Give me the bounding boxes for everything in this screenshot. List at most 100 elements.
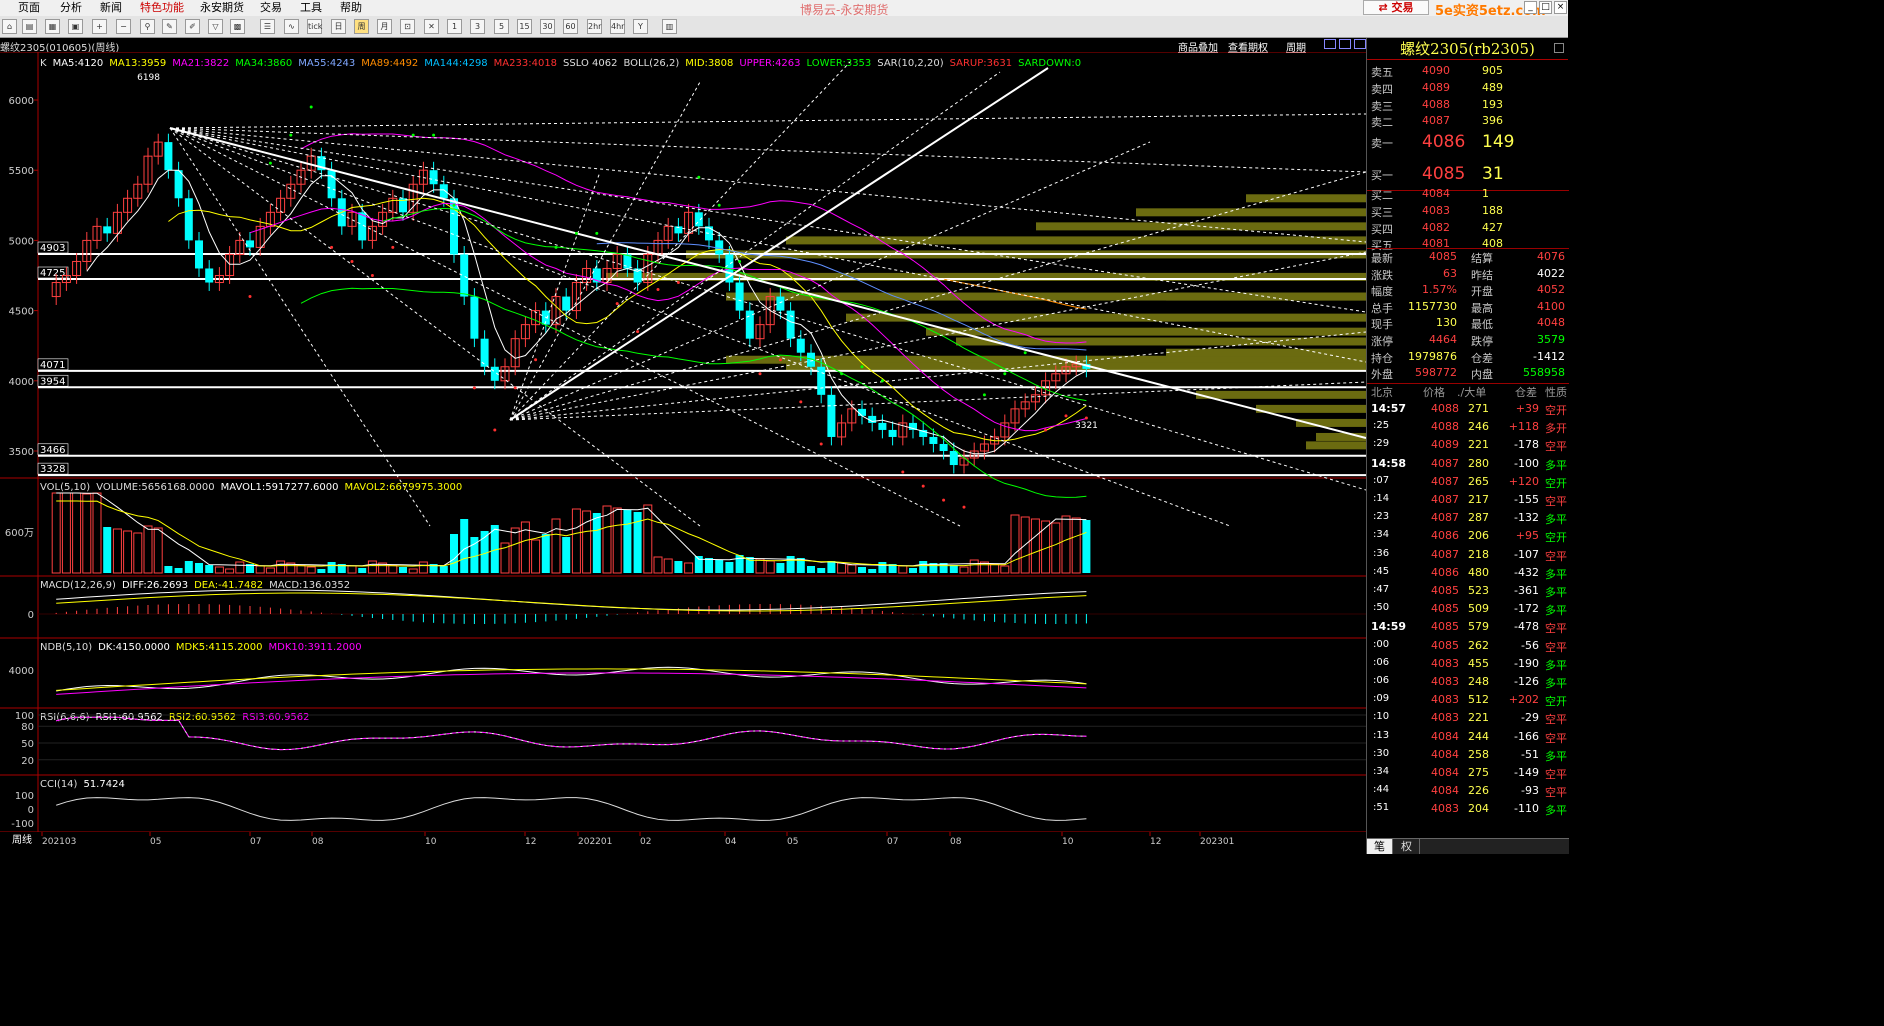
bid-row[interactable]: 买四 4082 427 <box>1367 221 1569 237</box>
period-year-icon[interactable]: ⊡ <box>400 19 415 34</box>
bid-label: 买二 <box>1371 189 1393 202</box>
sar-dot <box>778 358 782 362</box>
table-icon[interactable]: ☰ <box>260 19 275 34</box>
period-month[interactable]: 月 <box>377 19 392 34</box>
period-1min[interactable]: 1 <box>447 19 462 34</box>
ask-row[interactable]: 卖三 4088 193 <box>1367 98 1569 114</box>
trade-button[interactable]: ⇄ 交易 <box>1363 0 1429 15</box>
grid-icon[interactable]: ▩ <box>230 19 245 34</box>
volume-bar <box>612 507 622 574</box>
ask-label: 卖四 <box>1371 82 1393 96</box>
macd-header-label: DEA:-41.7482 <box>194 580 263 591</box>
tick-price: 4083 <box>1431 711 1459 725</box>
period-tick[interactable]: tick <box>307 19 322 34</box>
ask-row[interactable]: 卖二 4087 396 <box>1367 114 1569 130</box>
sar-dot <box>350 259 354 263</box>
stat-label: 持仓 <box>1371 351 1393 365</box>
period-3min[interactable]: 3 <box>470 19 485 34</box>
tick-row: :45 4086 480 -432 多平 <box>1367 566 1569 584</box>
sar-dot <box>636 330 640 334</box>
maximize-icon[interactable]: □ <box>1539 1 1552 14</box>
tick-row: 14:57 4088 271 +39 空开 <box>1367 402 1569 420</box>
period-week[interactable]: 周 <box>354 19 369 34</box>
folder-icon[interactable]: ▤ <box>22 19 37 34</box>
tick-volume: 246 <box>1468 420 1489 434</box>
period-2hr[interactable]: 2hr <box>587 19 602 34</box>
zoom-out-icon[interactable]: − <box>116 19 131 34</box>
expand-icon[interactable] <box>1354 39 1366 49</box>
menu-page[interactable]: 页面 <box>18 1 40 15</box>
tick-time: :07 <box>1373 474 1390 486</box>
menu-help[interactable]: 帮助 <box>340 1 362 15</box>
chart-area[interactable]: 6000 5500 5000 4500 4000 3500 K MA5:4120 MA13:39… <box>0 51 1367 854</box>
close-icon[interactable]: × <box>1554 1 1567 14</box>
menu-features[interactable]: 特色功能 <box>140 1 184 15</box>
volume-bar <box>623 510 632 573</box>
doc-icon[interactable]: ▣ <box>68 19 83 34</box>
period-60min[interactable]: 60 <box>563 19 578 34</box>
candle-body-down <box>327 170 336 199</box>
brush-icon[interactable]: ✐ <box>185 19 200 34</box>
menu-trade[interactable]: 交易 <box>260 1 282 15</box>
bid-price: 4084 <box>1422 187 1450 200</box>
kline-chart[interactable]: 600055005000450040003500K MA5:4120 MA13:39… <box>0 51 1367 854</box>
stat-value: 63 <box>1443 266 1457 280</box>
period-5min[interactable]: 5 <box>494 19 509 34</box>
layout-icon[interactable] <box>1324 39 1336 49</box>
date-axis-label: 08 <box>312 837 324 847</box>
sar-dot <box>554 245 558 249</box>
tick-header-cell: 北京 <box>1371 386 1393 399</box>
ask-row[interactable]: 卖五 4090 905 <box>1367 64 1569 80</box>
volume-profile-bar <box>846 313 1366 322</box>
period-4hr[interactable]: 4hr <box>610 19 625 34</box>
ask-row[interactable]: 卖一 4086 149 <box>1367 132 1569 152</box>
menu-news[interactable]: 新闻 <box>100 1 122 15</box>
toolbar: ⌂ ▤ ▦ ▣ + − ⚲ ✎ ✐ ▽ ▩ ☰ ∿ tick 日 周 月 ⊡ ✕… <box>0 16 1568 38</box>
bid-row[interactable]: 买一 4085 31 <box>1367 164 1569 184</box>
search-icon[interactable]: ⚲ <box>140 19 155 34</box>
tick-volume: 226 <box>1468 784 1489 798</box>
pen-icon[interactable]: ✎ <box>162 19 177 34</box>
panel-toggle-icon[interactable] <box>1554 43 1564 53</box>
volume-bar <box>1030 518 1040 574</box>
period-custom-icon[interactable]: ✕ <box>424 19 439 34</box>
volume-bar <box>276 560 286 574</box>
stat-row: 总手 1157730 最高 4100 <box>1367 300 1569 316</box>
tick-volume: 287 <box>1468 511 1489 525</box>
zoom-in-icon[interactable]: + <box>92 19 107 34</box>
period-day[interactable]: 日 <box>331 19 346 34</box>
menu-analysis[interactable]: 分析 <box>60 1 82 15</box>
bid-row[interactable]: 买二 4084 1 <box>1367 187 1569 203</box>
tick-price: 4087 <box>1431 493 1459 506</box>
split-icon[interactable] <box>1339 39 1351 49</box>
period-y[interactable]: Y <box>633 19 648 34</box>
period-15min[interactable]: 15 <box>517 19 532 34</box>
menu-yongan[interactable]: 永安期货 <box>200 1 244 15</box>
tab-ticks[interactable]: 笔 <box>1367 839 1393 854</box>
date-axis-label: 10 <box>1062 837 1074 847</box>
ask-price: 4088 <box>1422 97 1450 111</box>
sar-dot <box>758 372 762 376</box>
indicator-label: UPPER:4263 <box>739 58 800 69</box>
sar-dot <box>268 161 272 165</box>
stat-value: 4100 <box>1537 299 1565 313</box>
stat-label: 涨跌 <box>1371 268 1393 282</box>
bid-volume: 188 <box>1482 203 1503 217</box>
bid-row[interactable]: 买三 4083 188 <box>1367 204 1569 220</box>
stat-label: 仓差 <box>1471 351 1493 365</box>
chart-icon[interactable]: ▦ <box>45 19 60 34</box>
ask-volume: 396 <box>1482 114 1503 128</box>
line-chart-icon[interactable]: ∿ <box>284 19 299 34</box>
period-30min[interactable]: 30 <box>540 19 555 34</box>
menu-tools[interactable]: 工具 <box>300 1 322 15</box>
calculator-icon[interactable]: ▥ <box>662 19 677 34</box>
volume-bar <box>705 558 713 573</box>
gann-fan-line <box>169 127 1231 527</box>
filter-icon[interactable]: ▽ <box>208 19 223 34</box>
volume-bar <box>898 565 908 574</box>
minimize-icon[interactable]: _ <box>1524 1 1537 14</box>
tick-volume: 512 <box>1468 693 1489 707</box>
tab-rights[interactable]: 权 <box>1394 839 1420 854</box>
home-icon[interactable]: ⌂ <box>2 19 17 34</box>
ask-row[interactable]: 卖四 4089 489 <box>1367 81 1569 97</box>
